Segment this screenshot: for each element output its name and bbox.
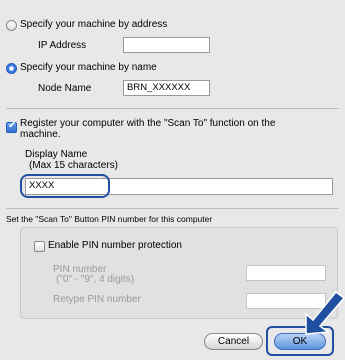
enable-pin-checkbox[interactable]: [34, 241, 45, 252]
display-name-label: Display Name: [25, 149, 88, 160]
retype-pin-label: Retype PIN number: [53, 294, 141, 305]
ip-address-input[interactable]: [123, 37, 210, 53]
register-label-line1: Register your computer with the "Scan To…: [20, 118, 276, 129]
node-name-input[interactable]: BRN_XXXXXX: [123, 80, 210, 96]
ip-address-label: IP Address: [38, 40, 87, 51]
enable-pin-label: Enable PIN number protection: [48, 240, 182, 251]
pin-number-hint: ("0" - "9", 4 digits): [56, 274, 135, 285]
radio-specify-by-name-label: Specify your machine by name: [20, 62, 157, 73]
pin-section-caption: Set the "Scan To" Button PIN number for …: [6, 214, 213, 224]
separator-2: [6, 208, 339, 209]
cancel-button[interactable]: Cancel: [204, 333, 263, 350]
node-name-label: Node Name: [38, 83, 92, 94]
radio-specify-by-name[interactable]: [6, 63, 17, 74]
display-name-hint: (Max 15 characters): [29, 160, 118, 171]
pointer-arrow-icon: [305, 290, 345, 335]
display-name-highlight: [20, 174, 110, 198]
radio-specify-by-address[interactable]: [6, 20, 17, 31]
pin-number-input[interactable]: [246, 265, 326, 281]
register-label-line2: machine.: [20, 129, 61, 140]
radio-specify-by-address-label: Specify your machine by address: [20, 19, 168, 30]
register-checkbox[interactable]: [6, 120, 17, 133]
separator: [6, 108, 339, 109]
dialog: Specify your machine by address IP Addre…: [0, 0, 345, 360]
